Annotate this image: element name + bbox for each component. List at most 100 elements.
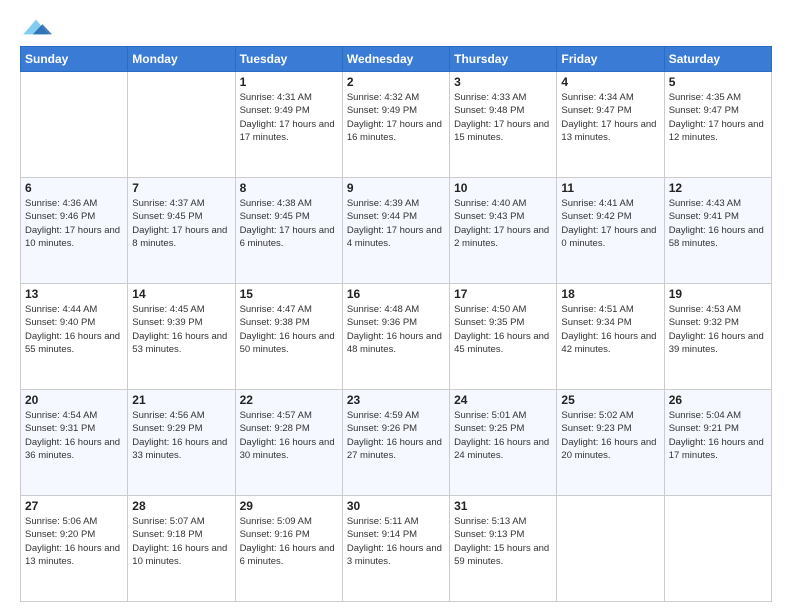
- day-cell: 24Sunrise: 5:01 AM Sunset: 9:25 PM Dayli…: [450, 390, 557, 496]
- day-info: Sunrise: 4:34 AM Sunset: 9:47 PM Dayligh…: [561, 91, 659, 144]
- day-number: 24: [454, 393, 552, 407]
- day-number: 4: [561, 75, 659, 89]
- day-info: Sunrise: 4:48 AM Sunset: 9:36 PM Dayligh…: [347, 303, 445, 356]
- header: [20, 16, 772, 38]
- day-number: 13: [25, 287, 123, 301]
- day-cell: 27 Sunrise: 5:06 AM Sunset: 9:20 PM Dayli…: [21, 496, 128, 602]
- day-cell: 19Sunrise: 4:53 AM Sunset: 9:32 PM Dayli…: [664, 284, 771, 390]
- day-info: Sunrise: 5:09 AM Sunset: 9:16 PM Dayligh…: [240, 515, 338, 568]
- day-info: Sunrise: 4:38 AM Sunset: 9:45 PM Dayligh…: [240, 197, 338, 250]
- day-number: 5: [669, 75, 767, 89]
- day-number: 14: [132, 287, 230, 301]
- day-number: 25: [561, 393, 659, 407]
- day-number: 30: [347, 499, 445, 513]
- day-cell: 7 Sunrise: 4:37 AM Sunset: 9:45 PM Daylig…: [128, 178, 235, 284]
- day-number: 12: [669, 181, 767, 195]
- day-cell: 26Sunrise: 5:04 AM Sunset: 9:21 PM Dayli…: [664, 390, 771, 496]
- day-info: Sunrise: 5:07 AM Sunset: 9:18 PM Dayligh…: [132, 515, 230, 568]
- week-row-5: 27 Sunrise: 5:06 AM Sunset: 9:20 PM Dayli…: [21, 496, 772, 602]
- day-number: 21: [132, 393, 230, 407]
- day-cell: 10 Sunrise: 4:40 AM Sunset: 9:43 PM Dayli…: [450, 178, 557, 284]
- day-number: 1: [240, 75, 338, 89]
- day-info: Sunrise: 4:44 AM Sunset: 9:40 PM Dayligh…: [25, 303, 123, 356]
- day-number: 6: [25, 181, 123, 195]
- day-info: Sunrise: 4:47 AM Sunset: 9:38 PM Dayligh…: [240, 303, 338, 356]
- day-info: Sunrise: 5:11 AM Sunset: 9:14 PM Dayligh…: [347, 515, 445, 568]
- day-info: Sunrise: 4:57 AM Sunset: 9:28 PM Dayligh…: [240, 409, 338, 462]
- day-cell: 3Sunrise: 4:33 AM Sunset: 9:48 PM Daylig…: [450, 72, 557, 178]
- day-number: 28: [132, 499, 230, 513]
- day-info: Sunrise: 5:06 AM Sunset: 9:20 PM Dayligh…: [25, 515, 123, 568]
- day-cell: 20Sunrise: 4:54 AM Sunset: 9:31 PM Dayli…: [21, 390, 128, 496]
- week-row-4: 20Sunrise: 4:54 AM Sunset: 9:31 PM Dayli…: [21, 390, 772, 496]
- day-info: Sunrise: 4:45 AM Sunset: 9:39 PM Dayligh…: [132, 303, 230, 356]
- day-number: 2: [347, 75, 445, 89]
- day-cell: 28 Sunrise: 5:07 AM Sunset: 9:18 PM Dayli…: [128, 496, 235, 602]
- day-cell: 12 Sunrise: 4:43 AM Sunset: 9:41 PM Dayli…: [664, 178, 771, 284]
- day-number: 17: [454, 287, 552, 301]
- calendar-header-row: SundayMondayTuesdayWednesdayThursdayFrid…: [21, 47, 772, 72]
- day-number: 16: [347, 287, 445, 301]
- day-info: Sunrise: 4:35 AM Sunset: 9:47 PM Dayligh…: [669, 91, 767, 144]
- day-cell: [557, 496, 664, 602]
- day-header-monday: Monday: [128, 47, 235, 72]
- day-cell: 9 Sunrise: 4:39 AM Sunset: 9:44 PM Daylig…: [342, 178, 449, 284]
- day-cell: 14 Sunrise: 4:45 AM Sunset: 9:39 PM Dayli…: [128, 284, 235, 390]
- day-number: 29: [240, 499, 338, 513]
- calendar-table: SundayMondayTuesdayWednesdayThursdayFrid…: [20, 46, 772, 602]
- day-number: 10: [454, 181, 552, 195]
- logo: [20, 16, 52, 38]
- day-header-sunday: Sunday: [21, 47, 128, 72]
- day-cell: 4 Sunrise: 4:34 AM Sunset: 9:47 PM Daylig…: [557, 72, 664, 178]
- day-info: Sunrise: 4:41 AM Sunset: 9:42 PM Dayligh…: [561, 197, 659, 250]
- day-cell: 30 Sunrise: 5:11 AM Sunset: 9:14 PM Dayli…: [342, 496, 449, 602]
- day-info: Sunrise: 4:31 AM Sunset: 9:49 PM Dayligh…: [240, 91, 338, 144]
- day-info: Sunrise: 4:50 AM Sunset: 9:35 PM Dayligh…: [454, 303, 552, 356]
- day-number: 11: [561, 181, 659, 195]
- day-cell: 11 Sunrise: 4:41 AM Sunset: 9:42 PM Dayli…: [557, 178, 664, 284]
- day-info: Sunrise: 4:59 AM Sunset: 9:26 PM Dayligh…: [347, 409, 445, 462]
- day-number: 9: [347, 181, 445, 195]
- day-info: Sunrise: 4:51 AM Sunset: 9:34 PM Dayligh…: [561, 303, 659, 356]
- day-info: Sunrise: 4:39 AM Sunset: 9:44 PM Dayligh…: [347, 197, 445, 250]
- day-cell: 15 Sunrise: 4:47 AM Sunset: 9:38 PM Dayli…: [235, 284, 342, 390]
- day-header-wednesday: Wednesday: [342, 47, 449, 72]
- week-row-1: 1 Sunrise: 4:31 AM Sunset: 9:49 PM Daylig…: [21, 72, 772, 178]
- day-cell: 17 Sunrise: 4:50 AM Sunset: 9:35 PM Dayli…: [450, 284, 557, 390]
- day-cell: 25Sunrise: 5:02 AM Sunset: 9:23 PM Dayli…: [557, 390, 664, 496]
- day-cell: 22Sunrise: 4:57 AM Sunset: 9:28 PM Dayli…: [235, 390, 342, 496]
- day-number: 31: [454, 499, 552, 513]
- week-row-2: 6Sunrise: 4:36 AM Sunset: 9:46 PM Daylig…: [21, 178, 772, 284]
- day-number: 19: [669, 287, 767, 301]
- logo-icon: [20, 16, 52, 36]
- day-header-thursday: Thursday: [450, 47, 557, 72]
- day-number: 20: [25, 393, 123, 407]
- day-info: Sunrise: 4:56 AM Sunset: 9:29 PM Dayligh…: [132, 409, 230, 462]
- week-row-3: 13 Sunrise: 4:44 AM Sunset: 9:40 PM Dayli…: [21, 284, 772, 390]
- day-info: Sunrise: 4:37 AM Sunset: 9:45 PM Dayligh…: [132, 197, 230, 250]
- day-cell: 5 Sunrise: 4:35 AM Sunset: 9:47 PM Daylig…: [664, 72, 771, 178]
- day-number: 27: [25, 499, 123, 513]
- day-info: Sunrise: 4:40 AM Sunset: 9:43 PM Dayligh…: [454, 197, 552, 250]
- day-info: Sunrise: 4:32 AM Sunset: 9:49 PM Dayligh…: [347, 91, 445, 144]
- day-cell: 18Sunrise: 4:51 AM Sunset: 9:34 PM Dayli…: [557, 284, 664, 390]
- page: SundayMondayTuesdayWednesdayThursdayFrid…: [0, 0, 792, 612]
- day-cell: [21, 72, 128, 178]
- day-number: 8: [240, 181, 338, 195]
- day-cell: 1 Sunrise: 4:31 AM Sunset: 9:49 PM Daylig…: [235, 72, 342, 178]
- day-cell: 13 Sunrise: 4:44 AM Sunset: 9:40 PM Dayli…: [21, 284, 128, 390]
- day-header-tuesday: Tuesday: [235, 47, 342, 72]
- day-info: Sunrise: 5:13 AM Sunset: 9:13 PM Dayligh…: [454, 515, 552, 568]
- day-cell: 31 Sunrise: 5:13 AM Sunset: 9:13 PM Dayli…: [450, 496, 557, 602]
- day-cell: 8 Sunrise: 4:38 AM Sunset: 9:45 PM Daylig…: [235, 178, 342, 284]
- day-header-friday: Friday: [557, 47, 664, 72]
- day-info: Sunrise: 4:43 AM Sunset: 9:41 PM Dayligh…: [669, 197, 767, 250]
- day-cell: [664, 496, 771, 602]
- day-cell: 6Sunrise: 4:36 AM Sunset: 9:46 PM Daylig…: [21, 178, 128, 284]
- day-number: 26: [669, 393, 767, 407]
- day-number: 3: [454, 75, 552, 89]
- day-cell: 21 Sunrise: 4:56 AM Sunset: 9:29 PM Dayli…: [128, 390, 235, 496]
- day-cell: 2 Sunrise: 4:32 AM Sunset: 9:49 PM Daylig…: [342, 72, 449, 178]
- day-number: 7: [132, 181, 230, 195]
- day-number: 15: [240, 287, 338, 301]
